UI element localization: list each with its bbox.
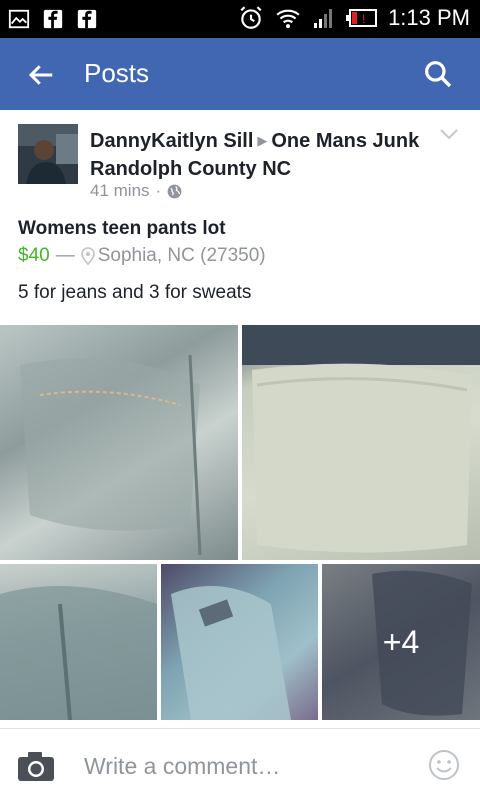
emoji-icon[interactable] bbox=[428, 749, 460, 781]
photo-art bbox=[242, 325, 480, 553]
photo-jeans-pair[interactable] bbox=[0, 564, 157, 720]
avatar[interactable] bbox=[18, 124, 78, 184]
status-time: 1:13 PM bbox=[388, 5, 470, 30]
search-icon[interactable] bbox=[422, 58, 454, 90]
comment-input[interactable] bbox=[84, 751, 404, 781]
post-meta: 41 mins · bbox=[90, 181, 182, 201]
photo-jeans-pocket[interactable] bbox=[0, 325, 238, 560]
separator: — bbox=[55, 245, 75, 266]
battery-alert-icon: ! bbox=[346, 9, 378, 27]
photo-art bbox=[0, 586, 157, 720]
wifi-icon bbox=[276, 9, 300, 29]
photo-sweat-pants[interactable] bbox=[242, 325, 480, 560]
app-bar: Posts bbox=[0, 38, 480, 110]
avatar-photo bbox=[18, 124, 78, 184]
listing-location[interactable]: Sophia, NC (27350) bbox=[98, 245, 266, 267]
meta-dot: · bbox=[155, 181, 162, 200]
post-description: 5 for jeans and 3 for sweats bbox=[18, 282, 252, 303]
camera-icon[interactable] bbox=[16, 749, 56, 783]
photo-art bbox=[20, 354, 202, 556]
photo-light-jeans[interactable] bbox=[161, 564, 318, 720]
facebook-icon bbox=[77, 9, 97, 29]
author-name[interactable]: DannyKaitlyn Sill bbox=[90, 130, 253, 152]
more-photos-count[interactable]: +4 bbox=[322, 564, 480, 720]
back-arrow-icon[interactable] bbox=[26, 60, 56, 90]
signal-icon bbox=[314, 9, 333, 28]
photo-more[interactable]: +4 bbox=[322, 564, 480, 720]
facebook-icon bbox=[43, 9, 63, 29]
page-title: Posts bbox=[84, 58, 150, 88]
shared-to-arrow-icon: ▶ bbox=[257, 133, 268, 148]
post-header: DannyKaitlyn Sill ▶ One Mans Junk Randolph… bbox=[90, 128, 430, 182]
chevron-down-icon[interactable] bbox=[440, 128, 458, 140]
photo-art bbox=[171, 586, 291, 720]
globe-icon bbox=[167, 184, 182, 198]
listing-price-location: $40 — Sophia, NC (27350) bbox=[18, 245, 266, 267]
image-icon bbox=[8, 9, 30, 29]
post-time[interactable]: 41 mins bbox=[90, 181, 150, 201]
listing-price: $40 bbox=[18, 245, 50, 266]
status-bar: ! 1:13 PM bbox=[0, 0, 480, 38]
listing-title: Womens teen pants lot bbox=[18, 218, 226, 239]
alarm-icon bbox=[240, 6, 262, 29]
location-pin-icon bbox=[80, 247, 95, 265]
comment-bar bbox=[0, 728, 480, 800]
svg-text:!: ! bbox=[362, 12, 365, 26]
